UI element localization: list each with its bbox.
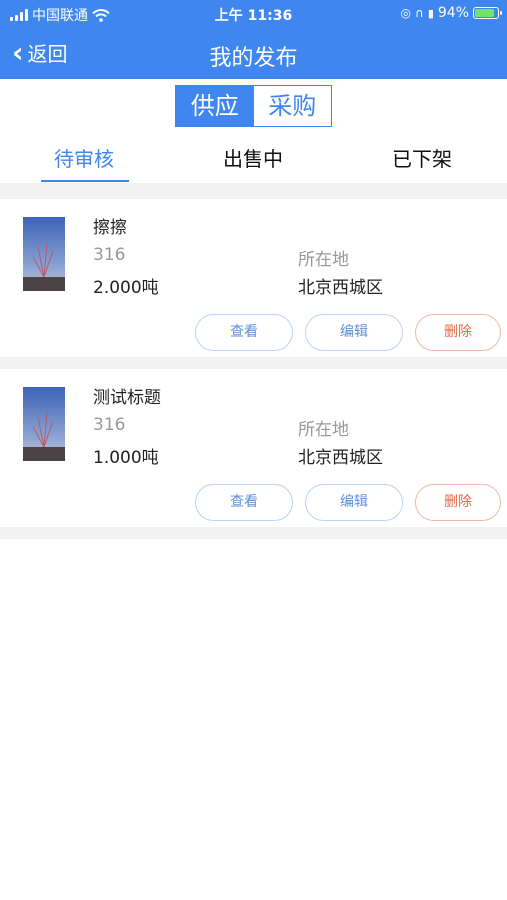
view-button[interactable]: 查看: [195, 314, 293, 351]
headphones-icon: ∩: [415, 6, 424, 20]
location-label: 所在地: [298, 420, 349, 440]
listing-card: 擦擦 316 2.000吨 所在地 北京西城区 查看 编辑 删除: [0, 199, 507, 357]
listing-location: 北京西城区: [298, 278, 383, 298]
battery-icon: [473, 7, 502, 19]
status-bar: 中国联通 上午 11:36 ◎ ∩ ▮ 94%: [0, 0, 507, 28]
listing-quantity: 1.000吨: [93, 448, 159, 468]
edit-button[interactable]: 编辑: [305, 484, 403, 521]
listing-title: 擦擦: [93, 218, 127, 238]
divider: [0, 183, 507, 199]
tab-on-sale[interactable]: 出售中: [223, 143, 283, 172]
location-label: 所在地: [298, 250, 349, 270]
delete-button[interactable]: 删除: [415, 484, 501, 521]
page-title: 我的发布: [209, 46, 298, 71]
view-button[interactable]: 查看: [195, 484, 293, 521]
listing-location: 北京西城区: [298, 448, 383, 468]
listing-title: 测试标题: [93, 388, 161, 408]
listing-code: 316: [93, 245, 126, 265]
orientation-lock-icon: ◎: [400, 6, 412, 20]
segment-control: 供应 采购: [175, 85, 332, 127]
segment-purchase[interactable]: 采购: [253, 86, 331, 126]
listing-quantity: 2.000吨: [93, 278, 159, 298]
divider: [0, 527, 507, 539]
nav-bar: ‹ 返回 我的发布: [0, 28, 507, 79]
status-right: ◎ ∩ ▮ 94%: [400, 5, 502, 21]
product-thumbnail: [23, 217, 65, 291]
product-thumbnail: [23, 387, 65, 461]
listing-code: 316: [93, 415, 126, 435]
status-tabs: 待审核 出售中 已下架: [0, 137, 507, 183]
edit-button[interactable]: 编辑: [305, 314, 403, 351]
tab-delisted[interactable]: 已下架: [392, 143, 452, 172]
location-icon: ▮: [427, 6, 434, 20]
tab-underline: [41, 180, 129, 182]
battery-percent: 94%: [437, 5, 469, 21]
tab-pending-review[interactable]: 待审核: [54, 143, 114, 172]
divider: [0, 357, 507, 369]
delete-button[interactable]: 删除: [415, 314, 501, 351]
listing-card: 测试标题 316 1.000吨 所在地 北京西城区 查看 编辑 删除: [0, 369, 507, 527]
segment-supply[interactable]: 供应: [176, 86, 254, 126]
header: 中国联通 上午 11:36 ◎ ∩ ▮ 94% ‹ 返回 我的发布: [0, 0, 507, 79]
